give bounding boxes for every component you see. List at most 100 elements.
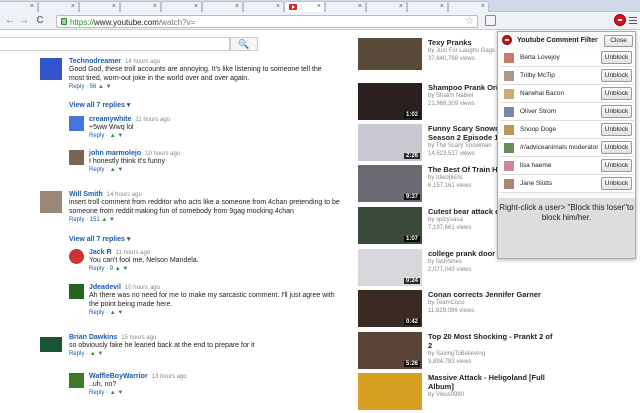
tab[interactable]: × bbox=[38, 1, 79, 12]
reply-link[interactable]: Reply bbox=[89, 266, 104, 272]
thumbs-up-icon[interactable]: ▲ bbox=[90, 351, 96, 357]
video-thumbnail[interactable]: 0:24 bbox=[358, 249, 422, 286]
unblock-button[interactable]: Unblock bbox=[601, 177, 632, 190]
forward-button[interactable]: → bbox=[18, 15, 30, 27]
tab[interactable]: × bbox=[120, 1, 161, 12]
thumbs-down-icon[interactable]: ▼ bbox=[97, 351, 103, 357]
tab[interactable]: × bbox=[79, 1, 120, 12]
comment-author[interactable]: Jack R bbox=[89, 249, 112, 256]
thumbs-down-icon[interactable]: ▼ bbox=[109, 217, 115, 223]
tab[interactable]: × bbox=[161, 1, 202, 12]
tab-close-icon[interactable]: × bbox=[30, 2, 34, 12]
thumbs-up-icon[interactable]: ▲ bbox=[101, 217, 107, 223]
avatar[interactable] bbox=[69, 150, 84, 165]
related-video[interactable]: 5:26 Top 20 Most Shocking - Prankt 2 of … bbox=[358, 332, 552, 372]
tab[interactable]: × bbox=[243, 1, 284, 12]
video-thumbnail[interactable]: 5:26 bbox=[358, 332, 422, 369]
unblock-button[interactable]: Unblock bbox=[601, 87, 632, 100]
avatar[interactable] bbox=[69, 249, 84, 264]
video-thumbnail[interactable]: 1:02 bbox=[358, 83, 422, 120]
thumbs-down-icon[interactable]: ▼ bbox=[122, 266, 128, 272]
reply-link[interactable]: Reply bbox=[89, 390, 104, 396]
unblock-button[interactable]: Unblock bbox=[601, 159, 632, 172]
close-button[interactable]: Close bbox=[604, 35, 633, 47]
tab-close-icon[interactable]: × bbox=[440, 2, 444, 12]
tab-close-icon[interactable]: × bbox=[317, 2, 321, 12]
view-all-replies-link[interactable]: View all 7 replies ▾ bbox=[69, 235, 130, 243]
comment-author[interactable]: creamywhite bbox=[89, 116, 131, 123]
video-thumbnail[interactable] bbox=[358, 373, 422, 410]
video-thumbnail[interactable]: 9:37 bbox=[358, 165, 422, 202]
reply-link[interactable]: Reply bbox=[69, 351, 84, 357]
tab-close-icon[interactable]: × bbox=[358, 2, 362, 12]
avatar[interactable] bbox=[40, 191, 62, 213]
thumbs-down-icon[interactable]: ▼ bbox=[117, 310, 123, 316]
bookmark-star-icon[interactable]: ☆ bbox=[465, 16, 474, 28]
reload-button[interactable]: C bbox=[34, 15, 46, 27]
tab-close-icon[interactable]: × bbox=[276, 2, 280, 12]
reply-link[interactable]: Reply bbox=[69, 84, 84, 90]
view-all-replies-link[interactable]: View all 7 replies ▾ bbox=[69, 101, 130, 109]
video-title[interactable]: Massive Attack - Heligoland [Full Album] bbox=[428, 373, 558, 391]
reply-link[interactable]: Reply bbox=[69, 217, 84, 223]
video-title[interactable]: Conan corrects Jennifer Garner bbox=[428, 290, 558, 299]
comment-author[interactable]: WaffleBoyWarrior bbox=[89, 373, 148, 380]
thumbs-up-icon[interactable]: ▲ bbox=[110, 310, 116, 316]
tab-close-icon[interactable]: × bbox=[235, 2, 239, 12]
related-video[interactable]: 0:42 Conan corrects Jennifer Garner by T… bbox=[358, 290, 541, 330]
tab-close-icon[interactable]: × bbox=[481, 2, 485, 12]
tab[interactable]: × bbox=[448, 1, 489, 12]
thumbs-up-icon[interactable]: ▲ bbox=[98, 84, 104, 90]
tab[interactable]: × bbox=[0, 1, 38, 12]
avatar[interactable] bbox=[40, 337, 62, 352]
unblock-button[interactable]: Unblock bbox=[601, 105, 632, 118]
avatar[interactable] bbox=[69, 373, 84, 388]
search-input[interactable] bbox=[0, 37, 230, 51]
reply-link[interactable]: Reply bbox=[89, 310, 104, 316]
unblock-button[interactable]: Unblock bbox=[601, 69, 632, 82]
tab-close-icon[interactable]: × bbox=[153, 2, 157, 12]
related-video[interactable]: Massive Attack - Heligoland [Full Album]… bbox=[358, 373, 545, 413]
thumbs-up-icon[interactable]: ▲ bbox=[110, 133, 116, 139]
reply-link[interactable]: Reply bbox=[89, 133, 104, 139]
unblock-button[interactable]: Unblock bbox=[601, 51, 632, 64]
thumbs-down-icon[interactable]: ▼ bbox=[106, 84, 112, 90]
tab[interactable]: × bbox=[366, 1, 407, 12]
tab[interactable]: × bbox=[202, 1, 243, 12]
thumbs-down-icon[interactable]: ▼ bbox=[117, 167, 123, 173]
thumbs-down-icon[interactable]: ▼ bbox=[117, 390, 123, 396]
avatar[interactable] bbox=[69, 116, 84, 131]
menu-icon[interactable] bbox=[629, 15, 637, 25]
tab-close-icon[interactable]: × bbox=[71, 2, 75, 12]
tab-close-icon[interactable]: × bbox=[399, 2, 403, 12]
comment-author[interactable]: Will Smith bbox=[69, 191, 103, 198]
tab[interactable]: × bbox=[407, 1, 448, 12]
comment-author[interactable]: Brian Dawkins bbox=[69, 334, 117, 341]
tab[interactable]: × bbox=[325, 1, 366, 12]
avatar[interactable] bbox=[69, 284, 84, 299]
thumbs-up-icon[interactable]: ▲ bbox=[110, 167, 116, 173]
video-thumbnail[interactable]: 2:26 bbox=[358, 124, 422, 161]
video-thumbnail[interactable]: 0:42 bbox=[358, 290, 422, 327]
tab-close-icon[interactable]: × bbox=[112, 2, 116, 12]
comment-author[interactable]: Jdeadevil bbox=[89, 284, 121, 291]
extension-icon[interactable] bbox=[485, 15, 496, 26]
video-title[interactable]: Top 20 Most Shocking - Prankt 2 of 2 bbox=[428, 332, 558, 350]
comment-filter-extension-icon[interactable] bbox=[614, 14, 626, 26]
thumbs-up-icon[interactable]: ▲ bbox=[115, 266, 121, 272]
video-thumbnail[interactable]: 1:07 bbox=[358, 207, 422, 244]
search-button[interactable]: 🔍 bbox=[230, 37, 258, 51]
comment-author[interactable]: john marmolejo bbox=[89, 150, 141, 157]
unblock-button[interactable]: Unblock bbox=[601, 141, 632, 154]
thumbs-up-icon[interactable]: ▲ bbox=[110, 390, 116, 396]
video-thumbnail[interactable] bbox=[358, 38, 422, 70]
comment-author[interactable]: Technodreamer bbox=[69, 58, 121, 65]
avatar[interactable] bbox=[40, 58, 62, 80]
unblock-button[interactable]: Unblock bbox=[601, 123, 632, 136]
address-bar[interactable]: https://www.youtube.com/watch?v= ☆ bbox=[56, 15, 478, 28]
tab-active[interactable]: × bbox=[284, 1, 325, 12]
reply-link[interactable]: Reply bbox=[89, 167, 104, 173]
thumbs-down-icon[interactable]: ▼ bbox=[117, 133, 123, 139]
tab-close-icon[interactable]: × bbox=[194, 2, 198, 12]
back-button[interactable]: ← bbox=[4, 15, 16, 27]
